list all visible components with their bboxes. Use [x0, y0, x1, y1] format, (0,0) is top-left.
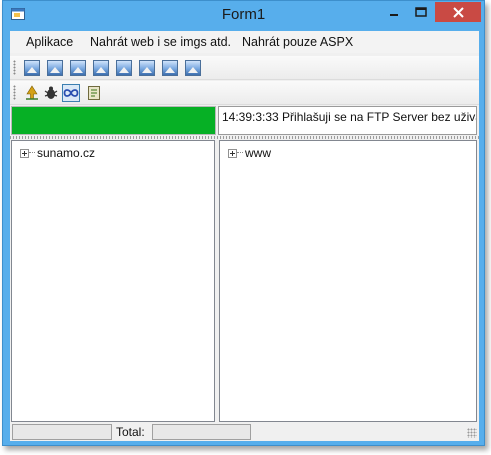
- image-icon[interactable]: [162, 60, 178, 76]
- total-label: Total:: [116, 425, 145, 439]
- infinity-button[interactable]: [62, 84, 80, 102]
- maximize-icon: [415, 7, 427, 17]
- remote-tree-view[interactable]: www: [219, 140, 477, 422]
- tree-icon: [26, 85, 38, 100]
- expand-icon[interactable]: [20, 148, 29, 158]
- image-icon[interactable]: [139, 60, 155, 76]
- image-icon[interactable]: [185, 60, 201, 76]
- minimize-icon: [390, 14, 398, 16]
- document-button[interactable]: [86, 85, 102, 101]
- image-icon[interactable]: [116, 60, 132, 76]
- title-bar[interactable]: Form1: [3, 1, 484, 31]
- toolbar-grip[interactable]: [13, 85, 16, 100]
- splitter[interactable]: [10, 136, 479, 139]
- bug-button[interactable]: [43, 85, 59, 101]
- tree-node-label[interactable]: www: [245, 146, 271, 160]
- tree-node-label[interactable]: sunamo.cz: [37, 146, 95, 160]
- toolbar-grip[interactable]: [13, 60, 16, 75]
- status-bar: Total:: [10, 423, 479, 441]
- document-icon: [88, 86, 100, 100]
- bug-icon: [44, 86, 58, 99]
- toolbar-images: [10, 56, 479, 80]
- tree-node[interactable]: sunamo.cz: [20, 146, 95, 160]
- client-area: Aplikace Nahrát web i se imgs atd. Nahrá…: [10, 31, 479, 441]
- infinity-icon: [63, 89, 79, 97]
- close-button[interactable]: [435, 2, 481, 22]
- menu-item-nahrat-web[interactable]: Nahrát web i se imgs atd.: [90, 35, 231, 49]
- close-icon: [452, 6, 464, 18]
- progress-bar: [11, 106, 216, 135]
- image-icon[interactable]: [47, 60, 63, 76]
- menu-item-aplikace[interactable]: Aplikace: [26, 35, 73, 49]
- tree-line: [237, 152, 243, 154]
- log-textbox[interactable]: 14:39:3:33 Přihlašuji se na FTP Server b…: [218, 106, 477, 135]
- status-field-total: [152, 424, 251, 440]
- menu-item-nahrat-aspx[interactable]: Nahrát pouze ASPX: [242, 35, 353, 49]
- expand-icon[interactable]: [228, 148, 237, 158]
- menu-bar: Aplikace Nahrát web i se imgs atd. Nahrá…: [10, 31, 479, 53]
- tree-line: [29, 152, 35, 154]
- resize-grip[interactable]: [467, 428, 477, 438]
- minimize-button[interactable]: [381, 2, 407, 22]
- tree-button[interactable]: [24, 85, 40, 101]
- image-icon[interactable]: [24, 60, 40, 76]
- maximize-button[interactable]: [408, 2, 434, 22]
- image-icon[interactable]: [70, 60, 86, 76]
- toolbar-tools: [10, 81, 479, 105]
- app-window: Form1 Aplikace Nahrát web i se imgs atd.…: [2, 0, 485, 446]
- tree-node[interactable]: www: [228, 146, 271, 160]
- image-icon[interactable]: [93, 60, 109, 76]
- progress-fill: [12, 107, 215, 134]
- status-field-left: [12, 424, 112, 440]
- local-tree-view[interactable]: sunamo.cz: [11, 140, 215, 422]
